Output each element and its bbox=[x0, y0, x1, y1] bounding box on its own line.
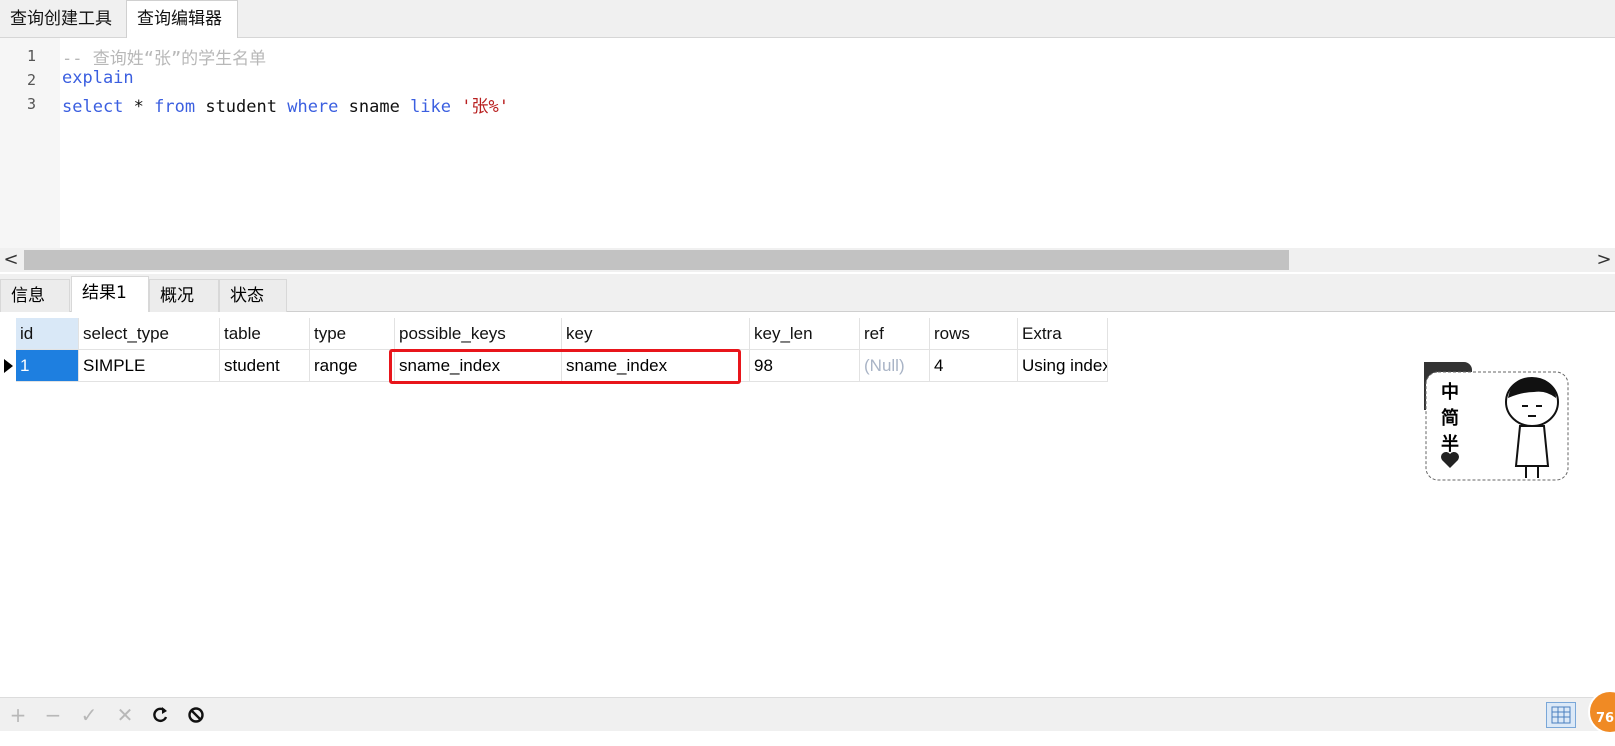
keyword-like: like bbox=[410, 97, 452, 117]
column-header-table[interactable]: table bbox=[220, 318, 310, 350]
add-record-button[interactable]: + bbox=[5, 702, 31, 728]
sticker-char: 半 bbox=[1441, 433, 1459, 455]
line-number: 1 bbox=[26, 47, 36, 65]
row-marker-icon bbox=[4, 359, 13, 373]
code-line-select: select * from student where sname like '… bbox=[62, 92, 509, 117]
top-tab-bar: 查询创建工具 查询编辑器 bbox=[0, 0, 1615, 39]
apply-changes-button[interactable]: ✓ bbox=[76, 702, 102, 728]
sticker-char: 简 bbox=[1441, 407, 1459, 429]
keyword-where: where bbox=[287, 97, 339, 117]
cell-type[interactable]: range bbox=[310, 350, 395, 382]
column-header-extra[interactable]: Extra bbox=[1018, 318, 1108, 350]
sql-editor[interactable]: 1 2 3 -- 查询姓“张”的学生名单 explain select * fr… bbox=[0, 38, 1615, 248]
column-header-id[interactable]: id bbox=[16, 318, 79, 350]
column-header-possible-keys[interactable]: possible_keys bbox=[395, 318, 562, 350]
cell-extra[interactable]: Using index bbox=[1018, 350, 1108, 382]
keyword-select: select bbox=[62, 97, 124, 117]
tab-query-builder[interactable]: 查询创建工具 bbox=[0, 0, 125, 38]
code-string-literal: '张%' bbox=[461, 97, 509, 117]
column-header-select-type[interactable]: select_type bbox=[79, 318, 220, 350]
sticker-char: 中 bbox=[1441, 381, 1459, 403]
refresh-icon[interactable] bbox=[147, 702, 173, 728]
cell-ref[interactable]: (Null) bbox=[860, 350, 930, 382]
tab-status[interactable]: 状态 bbox=[219, 279, 287, 312]
keyword-from: from bbox=[154, 97, 196, 117]
horizontal-scrollbar[interactable]: < > bbox=[0, 248, 1615, 272]
column-header-key-len[interactable]: key_len bbox=[750, 318, 860, 350]
grid-header-row: id select_type table type possible_keys … bbox=[0, 318, 1110, 350]
red-highlight-annotation bbox=[389, 349, 741, 384]
cell-id[interactable]: 1 bbox=[16, 350, 79, 382]
column-header-ref[interactable]: ref bbox=[860, 318, 930, 350]
code-line-comment: -- 查询姓“张”的学生名单 bbox=[62, 49, 267, 69]
delete-record-button[interactable]: − bbox=[40, 702, 66, 728]
line-number: 2 bbox=[26, 71, 36, 89]
discard-changes-button[interactable]: ✕ bbox=[112, 702, 138, 728]
scrollbar-thumb[interactable] bbox=[24, 250, 1289, 270]
column-header-key[interactable]: key bbox=[562, 318, 750, 350]
bottom-toolbar: + − ✓ ✕ bbox=[0, 697, 1615, 731]
code-table-name: student bbox=[195, 97, 288, 117]
cell-rows[interactable]: 4 bbox=[930, 350, 1018, 382]
result-tab-bar: 信息 结果1 概况 状态 bbox=[0, 274, 1615, 312]
scroll-right-arrow-icon[interactable]: > bbox=[1593, 248, 1615, 272]
column-header-rows[interactable]: rows bbox=[930, 318, 1018, 350]
cell-select-type[interactable]: SIMPLE bbox=[79, 350, 220, 382]
cartoon-sticker: 中 简 半 bbox=[1412, 362, 1584, 486]
scroll-left-arrow-icon[interactable]: < bbox=[0, 248, 22, 272]
line-number-gutter: 1 2 3 bbox=[0, 38, 60, 248]
grid-view-icon[interactable] bbox=[1546, 702, 1576, 728]
tab-query-editor[interactable]: 查询编辑器 bbox=[126, 0, 238, 39]
cell-key-len[interactable]: 98 bbox=[750, 350, 860, 382]
tab-result1[interactable]: 结果1 bbox=[71, 276, 149, 312]
tab-profile[interactable]: 概况 bbox=[149, 279, 219, 312]
code-line-explain: explain bbox=[62, 68, 134, 88]
code-column-name: sname bbox=[338, 97, 411, 117]
cell-table[interactable]: student bbox=[220, 350, 310, 382]
line-number: 3 bbox=[26, 95, 36, 113]
tab-info[interactable]: 信息 bbox=[0, 279, 70, 312]
column-header-type[interactable]: type bbox=[310, 318, 395, 350]
code-star: * bbox=[123, 97, 155, 117]
stop-icon[interactable] bbox=[183, 702, 209, 728]
